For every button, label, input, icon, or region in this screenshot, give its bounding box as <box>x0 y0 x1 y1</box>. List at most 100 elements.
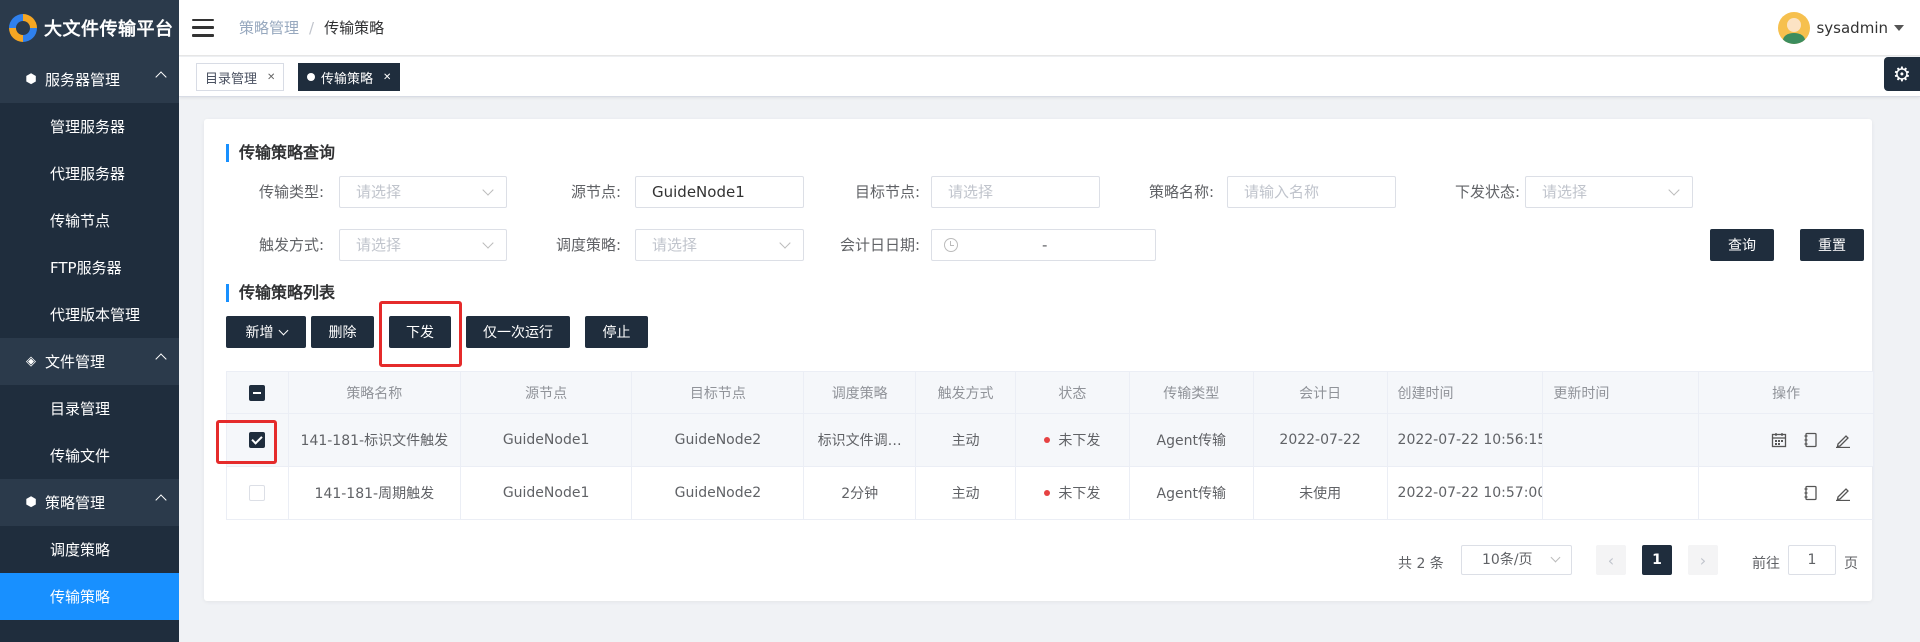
goto-page-input[interactable]: 1 <box>1788 545 1836 575</box>
breadcrumb-separator: / <box>309 18 315 37</box>
status-text: 未下发 <box>1058 433 1101 449</box>
column-header: 调度策略 <box>804 372 917 413</box>
row-select-cell <box>227 467 289 519</box>
select-placeholder: 请选择 <box>356 236 402 254</box>
logo: 大文件传输平台 <box>0 0 179 56</box>
sidebar-item-more[interactable] <box>0 620 179 642</box>
sidebar-group-label: 策略管理 <box>45 494 106 512</box>
tag-directory[interactable]: 目录管理 ✕ <box>196 63 285 91</box>
sidebar-group-server-management[interactable]: ⬢ 服务器管理 <box>0 56 179 103</box>
trigger-mode-select[interactable]: 请选择 <box>339 229 507 261</box>
notebook-icon[interactable] <box>1803 432 1819 448</box>
settings-button[interactable]: ⚙ <box>1884 57 1920 91</box>
row-checkbox[interactable] <box>249 485 266 501</box>
cell-actions <box>1699 414 1873 466</box>
page-number-button[interactable]: 1 <box>1642 545 1672 575</box>
column-header: 传输类型 <box>1129 372 1254 413</box>
cell-trigger-mode: 主动 <box>916 414 1016 466</box>
calendar-icon[interactable] <box>1771 432 1787 448</box>
status-dot-icon <box>1044 490 1051 496</box>
chevron-up-icon <box>155 71 167 83</box>
select-placeholder: 请选择 <box>356 183 402 201</box>
gear-icon: ⚙ <box>1893 62 1911 86</box>
sidebar-item-proxy-version[interactable]: 代理版本管理 <box>0 291 179 338</box>
reset-button[interactable]: 重置 <box>1800 229 1864 261</box>
run-once-button[interactable]: 仅一次运行 <box>466 316 570 348</box>
chevron-up-icon <box>155 494 167 506</box>
column-header: 更新时间 <box>1543 372 1700 413</box>
chevron-down-icon <box>482 184 494 196</box>
table-row[interactable]: 141-181-标识文件触发 GuideNode1 GuideNode2 标识文… <box>227 414 1873 467</box>
cube-icon: ⬢ <box>25 494 37 510</box>
breadcrumb-current: 传输策略 <box>324 19 385 37</box>
dispatch-status-select[interactable]: 请选择 <box>1525 176 1693 208</box>
caret-down-icon <box>1894 25 1904 31</box>
sidebar-item-ftp-server[interactable]: FTP服务器 <box>0 244 179 291</box>
column-header: 会计日 <box>1253 372 1388 413</box>
hamburger-icon[interactable] <box>192 18 214 37</box>
input-value: GuideNode1 <box>652 183 745 201</box>
accounting-date-range-picker[interactable]: - <box>931 229 1156 261</box>
status-text: 未下发 <box>1058 486 1101 502</box>
active-dot-icon <box>307 73 315 81</box>
delete-button[interactable]: 删除 <box>311 316 374 348</box>
column-header: 目标节点 <box>632 372 805 413</box>
notebook-icon[interactable] <box>1803 485 1819 501</box>
tag-transfer-policy[interactable]: 传输策略 ✕ <box>298 63 401 91</box>
cell-trigger-mode: 主动 <box>916 467 1016 519</box>
schedule-policy-label: 调度策略: <box>555 236 621 254</box>
table-row[interactable]: 141-181-周期触发 GuideNode1 GuideNode2 2分钟 主… <box>227 467 1873 519</box>
header-select-cell <box>227 372 289 413</box>
edit-icon[interactable] <box>1835 485 1851 501</box>
select-placeholder: 请选择 <box>1542 183 1588 201</box>
chevron-down-icon <box>1668 184 1680 196</box>
prev-page-button[interactable]: ‹ <box>1596 545 1626 575</box>
policy-name-input[interactable]: 请输入名称 <box>1227 176 1396 208</box>
sidebar-group-policy-management[interactable]: ⬢ 策略管理 <box>0 479 179 526</box>
chevron-up-icon <box>155 353 167 365</box>
cell-status: 未下发 <box>1016 414 1130 466</box>
next-page-button[interactable]: › <box>1688 545 1718 575</box>
user-menu[interactable]: sysadmin <box>1778 12 1904 44</box>
tags-view: 目录管理 ✕ 传输策略 ✕ <box>179 57 1920 97</box>
search-button[interactable]: 查询 <box>1710 229 1774 261</box>
sidebar-group-file-management[interactable]: ◈ 文件管理 <box>0 338 179 385</box>
trigger-mode-label: 触发方式: <box>258 236 324 254</box>
select-placeholder: 请选择 <box>652 236 698 254</box>
sidebar-item-proxy-server[interactable]: 代理服务器 <box>0 150 179 197</box>
chevron-down-icon <box>1550 552 1561 563</box>
sidebar-item-directory[interactable]: 目录管理 <box>0 385 179 432</box>
column-header: 策略名称 <box>288 372 461 413</box>
cube-icon: ⬢ <box>25 71 37 87</box>
close-icon[interactable]: ✕ <box>267 72 275 83</box>
cell-schedule-policy: 2分钟 <box>804 467 917 519</box>
sidebar-item-schedule-policy[interactable]: 调度策略 <box>0 526 179 573</box>
edit-icon[interactable] <box>1835 432 1851 448</box>
date-range-separator: - <box>1042 236 1048 254</box>
add-button[interactable]: 新增 <box>226 316 306 348</box>
close-icon[interactable]: ✕ <box>383 72 391 83</box>
sidebar-item-transfer-node[interactable]: 传输节点 <box>0 197 179 244</box>
cell-created-time: 2022-07-22 10:56:15 <box>1387 414 1544 466</box>
stop-button[interactable]: 停止 <box>585 316 648 348</box>
cell-transfer-type: Agent传输 <box>1129 414 1254 466</box>
schedule-policy-select[interactable]: 请选择 <box>635 229 804 261</box>
input-placeholder: 请输入名称 <box>1244 183 1320 201</box>
cell-policy-name: 141-181-标识文件触发 <box>288 414 461 466</box>
sidebar-item-manage-server[interactable]: 管理服务器 <box>0 103 179 150</box>
source-node-input[interactable]: GuideNode1 <box>635 176 804 208</box>
sidebar-item-transfer-policy[interactable]: 传输策略 <box>0 573 179 620</box>
transfer-type-select[interactable]: 请选择 <box>339 176 507 208</box>
sidebar: 大文件传输平台 ⬢ 服务器管理 管理服务器 代理服务器 传输节点 FTP服务器 … <box>0 0 179 642</box>
page-size-select[interactable]: 10条/页 <box>1461 545 1572 575</box>
highlight-box-dispatch <box>379 301 462 367</box>
select-all-checkbox[interactable] <box>249 384 266 401</box>
logo-icon <box>9 14 37 42</box>
sidebar-item-transfer-file[interactable]: 传输文件 <box>0 432 179 479</box>
input-placeholder: 请选择 <box>948 183 994 201</box>
breadcrumb-item[interactable]: 策略管理 <box>239 17 299 38</box>
avatar <box>1778 12 1811 44</box>
target-node-input[interactable]: 请选择 <box>931 176 1100 208</box>
layers-icon: ◈ <box>26 353 36 369</box>
chevron-down-icon <box>278 325 288 335</box>
